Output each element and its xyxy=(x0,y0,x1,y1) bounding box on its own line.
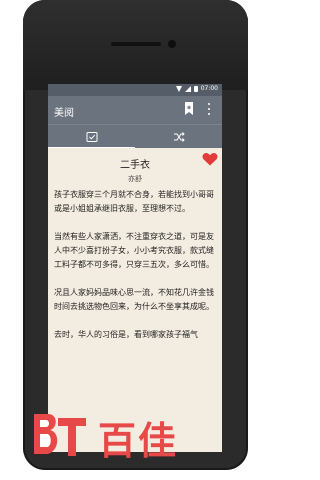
front-camera xyxy=(168,40,176,48)
heart-icon[interactable] xyxy=(202,152,218,166)
watermark-logo: 百佳 xyxy=(30,410,240,463)
article-content: 二手衣 亦舒 孩子衣服穿三个月就不合身，若能找到小哥哥或是小姐姐承继旧衣服，至理… xyxy=(48,148,222,452)
article-author: 亦舒 xyxy=(128,175,142,183)
app-title: 美阅 xyxy=(54,108,74,119)
tab-bar xyxy=(48,124,222,149)
status-time: 07:00 xyxy=(200,85,218,92)
article-title: 二手衣 xyxy=(120,160,150,171)
watermark-brand: 百佳 xyxy=(98,419,179,463)
status-bar: 07:00 xyxy=(48,84,222,96)
bt-logo-icon xyxy=(34,414,86,456)
paragraph: 孩子衣服穿三个月就不合身，若能找到小哥哥或是小姐姐承继旧衣服，至理想不过。 xyxy=(54,190,214,213)
earpiece xyxy=(111,42,161,46)
paragraph: 况且人家妈妈品味心思一流，不知花几许金钱时间去挑选物色回来，为什么不坐享其成呢。 xyxy=(54,288,214,311)
bookmark-icon[interactable] xyxy=(184,102,194,115)
battery-icon xyxy=(193,86,198,92)
tab-reader[interactable] xyxy=(48,125,135,149)
app-screen: 07:00 美阅 二手衣 亦舒 孩子衣服穿三个月就不合身，若能找到小哥哥或是小姐… xyxy=(48,84,222,452)
paragraph: 当然有些人家潇洒，不注重穿衣之道，可是友人中不少喜打扮子女，小小考究衣服，款式缝… xyxy=(54,232,214,269)
check-list-icon xyxy=(86,132,97,142)
tab-shuffle[interactable] xyxy=(135,125,222,149)
wifi-icon xyxy=(175,86,182,92)
paragraph: 去时，华人的习俗是，看到哪家孩子福气 xyxy=(54,330,198,339)
app-toolbar: 美阅 xyxy=(48,96,222,124)
phone-bezel-top xyxy=(23,0,248,90)
article-body: 孩子衣服穿三个月就不合身，若能找到小哥哥或是小姐姐承继旧衣服，至理想不过。 当然… xyxy=(54,188,214,356)
more-vert-icon[interactable] xyxy=(208,103,211,115)
shuffle-icon xyxy=(173,132,185,142)
signal-icon xyxy=(184,86,191,92)
